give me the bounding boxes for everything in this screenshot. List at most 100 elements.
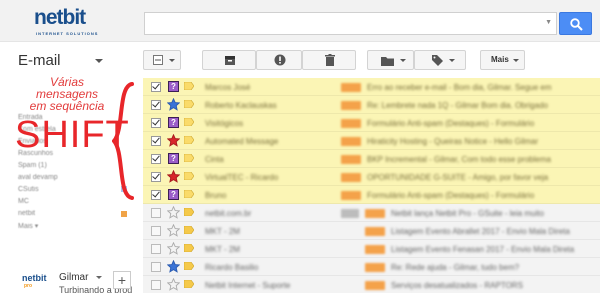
label-badge: [365, 245, 385, 254]
chevron-down-icon[interactable]: [96, 276, 102, 279]
email-subject: Formulário Anti-spam (Destaques) - Formu…: [367, 119, 535, 128]
report-spam-button[interactable]: [256, 50, 302, 70]
label-badge: [365, 263, 385, 272]
email-checkbox[interactable]: [151, 81, 161, 92]
email-row[interactable]: ? Bruno Formulário Anti-spam (Destaques) -…: [143, 186, 600, 204]
delete-button[interactable]: [302, 50, 356, 70]
email-checkbox[interactable]: [151, 244, 161, 254]
importance-marker-icon[interactable]: [183, 279, 195, 289]
sidebar-item[interactable]: netbit: [18, 210, 35, 217]
checkmark-icon: [152, 81, 160, 90]
labels-button[interactable]: [414, 50, 466, 70]
email-row[interactable]: MKT - 2M Listagem Evento Abrallet 2017 - …: [143, 222, 600, 240]
email-checkbox[interactable]: [151, 262, 161, 272]
importance-marker-icon[interactable]: [183, 153, 195, 163]
sidebar-item[interactable]: CSutis: [18, 186, 39, 193]
top-header: netbit INTERNET SOLUTIONS ▼: [0, 0, 600, 42]
email-sender: Automated Message: [205, 137, 279, 146]
app-title[interactable]: E-mail: [18, 52, 61, 69]
email-subject: Formulário Anti-spam (Destaques) - Formu…: [367, 191, 535, 200]
add-contact-button[interactable]: +: [113, 271, 131, 289]
footer-logo-sub: pro: [24, 283, 33, 289]
email-subject: Netbit lança Netbit Pro - GSuite - leia …: [391, 209, 544, 218]
question-mark-icon[interactable]: ?: [167, 152, 180, 165]
email-row[interactable]: netbit.com.br Netbit lança Netbit Pro - G…: [143, 204, 600, 222]
email-row[interactable]: ? Visitógicos Formulário Anti-spam (Destaq…: [143, 114, 600, 132]
search-button[interactable]: [559, 12, 592, 35]
email-checkbox[interactable]: [151, 117, 161, 128]
star-icon[interactable]: [166, 277, 181, 291]
user-name[interactable]: Gilmar: [59, 272, 88, 283]
email-checkbox[interactable]: [151, 208, 161, 218]
email-checkbox[interactable]: [151, 153, 161, 164]
email-row[interactable]: Roberto Kaclauskas Re: Lembrete nada 1Q -…: [143, 96, 600, 114]
email-subject: Listagem Evento Abrallet 2017 - Envio Ma…: [391, 227, 570, 236]
bracket-annotation-icon: [112, 82, 134, 200]
move-to-button[interactable]: [367, 50, 414, 70]
email-checkbox[interactable]: [151, 99, 161, 110]
email-list: ? Marcos José Erro ao receber e-mail - Bom…: [143, 78, 600, 293]
email-sender: MKT - 2M: [205, 227, 240, 236]
checkbox-icon: [153, 55, 163, 65]
importance-marker-icon[interactable]: [183, 261, 195, 271]
question-mark-icon[interactable]: ?: [167, 116, 180, 129]
importance-marker-icon[interactable]: [183, 117, 195, 127]
star-icon[interactable]: [166, 205, 181, 219]
label-badge: [341, 83, 361, 92]
sidebar-item[interactable]: Spam (1): [18, 162, 47, 169]
importance-marker-icon[interactable]: [183, 135, 195, 145]
importance-marker-icon[interactable]: [183, 225, 195, 235]
star-icon[interactable]: [166, 259, 181, 273]
email-row[interactable]: Netbit Internet - Suporte Serviços desatu…: [143, 276, 600, 293]
importance-marker-icon[interactable]: [183, 207, 195, 217]
sidebar-item[interactable]: MC: [18, 198, 29, 205]
chevron-down-icon: [513, 59, 519, 62]
email-checkbox[interactable]: [151, 189, 161, 200]
question-mark-icon[interactable]: ?: [167, 188, 180, 201]
importance-marker-icon[interactable]: [183, 243, 195, 253]
email-checkbox[interactable]: [151, 280, 161, 290]
star-icon[interactable]: [166, 223, 181, 237]
email-row[interactable]: Ricardo Basilio Re: Rede ajuda - Gilmar, …: [143, 258, 600, 276]
email-sender: Bruno: [205, 191, 227, 200]
star-icon[interactable]: [166, 169, 181, 183]
importance-marker-icon[interactable]: [183, 171, 195, 181]
email-row[interactable]: ? Cinta BKP Incremental - Gilmar, Com todo…: [143, 150, 600, 168]
archive-button[interactable]: [202, 50, 256, 70]
email-subject: Re: Rede ajuda - Gilmar, tudo bem?: [391, 263, 520, 272]
sidebar-item[interactable]: aval devamp: [18, 174, 58, 181]
label-badge: [365, 281, 385, 290]
email-row[interactable]: Automated Message Hiraticity Hosting - Qu…: [143, 132, 600, 150]
star-icon[interactable]: [166, 133, 181, 147]
importance-marker-icon[interactable]: [183, 81, 195, 91]
email-checkbox[interactable]: [151, 135, 161, 146]
email-subject: Erro ao receber e-mail - Bom dia, Gilmar…: [367, 83, 552, 92]
archive-icon: [225, 56, 235, 65]
folder-icon: [381, 57, 394, 66]
label-badge: [341, 173, 361, 182]
star-icon[interactable]: [166, 97, 181, 111]
star-icon[interactable]: [166, 241, 181, 255]
search-options-icon[interactable]: ▼: [545, 19, 552, 26]
label-badge: [341, 119, 361, 128]
email-checkbox[interactable]: [151, 226, 161, 236]
more-button[interactable]: Mais: [480, 50, 525, 70]
search-icon: [570, 18, 583, 31]
email-sender: Cinta: [205, 155, 224, 164]
checkmark-icon: [152, 117, 160, 126]
email-checkbox[interactable]: [151, 171, 161, 182]
importance-marker-icon[interactable]: [183, 99, 195, 109]
email-row[interactable]: ? Marcos José Erro ao receber e-mail - Bom…: [143, 78, 600, 96]
email-subject: Hiraticity Hosting - Queiras Notice - He…: [367, 137, 539, 146]
app-switcher-caret-icon[interactable]: [95, 59, 103, 63]
importance-marker-icon[interactable]: [183, 189, 195, 199]
sidebar-item[interactable]: Mais ▾: [18, 222, 38, 230]
email-row[interactable]: VirtualTEC - Ricardo OPORTUNIDADE G-SUITE…: [143, 168, 600, 186]
select-all-checkbox-button[interactable]: [143, 50, 181, 70]
email-row[interactable]: MKT - 2M Listagem Evento Fenasan 2017 - E…: [143, 240, 600, 258]
netbit-logo[interactable]: netbit INTERNET SOLUTIONS: [34, 6, 106, 36]
label-badge: [341, 137, 361, 146]
question-mark-icon[interactable]: ?: [167, 80, 180, 93]
search-input[interactable]: ▼: [144, 12, 557, 35]
email-sender: Ricardo Basilio: [205, 263, 259, 272]
